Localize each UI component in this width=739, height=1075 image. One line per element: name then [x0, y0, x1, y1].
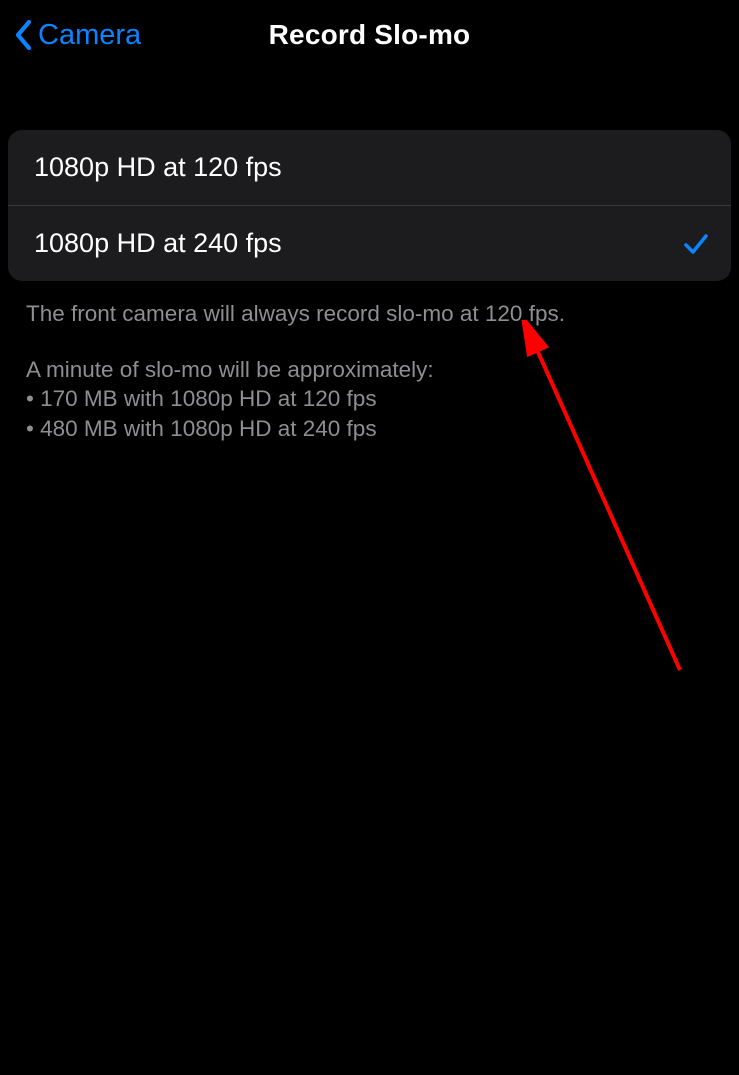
footer-bullet: • 170 MB with 1080p HD at 120 fps: [26, 384, 713, 414]
option-label: 1080p HD at 120 fps: [34, 152, 282, 183]
back-label: Camera: [38, 19, 141, 52]
footer-line: A minute of slo-mo will be approximately…: [26, 355, 713, 385]
footer-bullet: • 480 MB with 1080p HD at 240 fps: [26, 414, 713, 444]
option-120fps[interactable]: 1080p HD at 120 fps: [8, 130, 731, 205]
back-button[interactable]: Camera: [14, 19, 141, 52]
nav-header: Camera Record Slo-mo: [0, 0, 739, 70]
chevron-left-icon: [14, 20, 32, 50]
option-label: 1080p HD at 240 fps: [34, 228, 282, 259]
options-list: 1080p HD at 120 fps 1080p HD at 240 fps: [8, 130, 731, 281]
footer-line: The front camera will always record slo-…: [26, 299, 713, 329]
footer-description: The front camera will always record slo-…: [26, 299, 713, 444]
check-icon: [683, 231, 709, 257]
option-240fps[interactable]: 1080p HD at 240 fps: [8, 205, 731, 281]
